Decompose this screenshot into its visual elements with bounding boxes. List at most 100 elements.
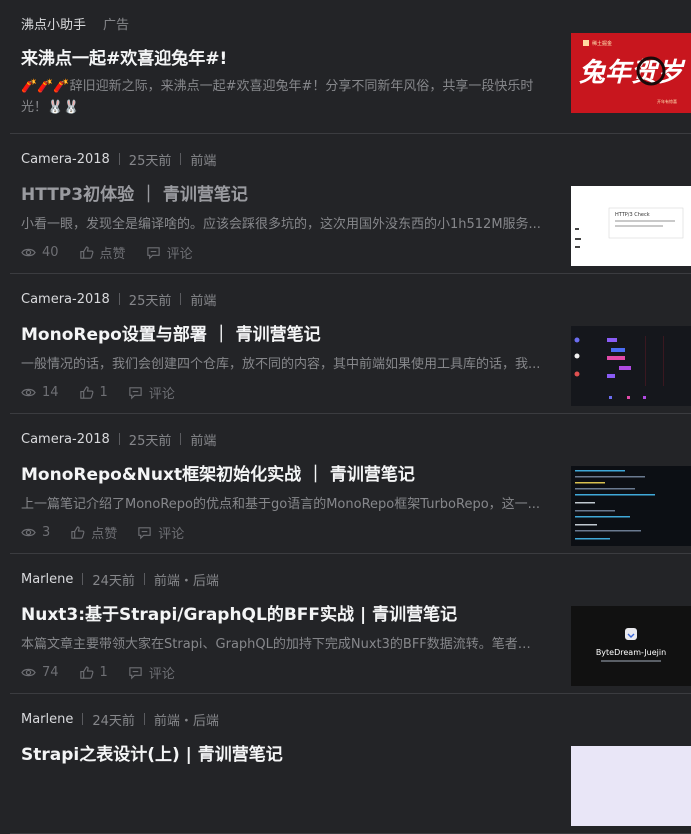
item-meta: Camera-2018 25天前 前端 — [21, 430, 216, 449]
thumbnail-caption: ByteDream-Juejin — [595, 648, 667, 657]
item-meta: Marlene 24天前 前端・后端 — [21, 570, 219, 589]
author-name[interactable]: Camera-2018 — [21, 432, 110, 447]
feed-item-ad[interactable]: 沸点小助手 广告 来沸点一起#欢喜迎兔年#! 🧨🧨🧨辞旧迎新之际，来沸点一起#欢… — [10, 0, 691, 134]
views-stat: 40 — [21, 245, 59, 260]
like-label: 点赞 — [91, 526, 118, 542]
ad-badge: 广告 — [103, 17, 130, 33]
like-button[interactable]: 1 — [79, 665, 108, 680]
post-tags[interactable]: 前端・后端 — [154, 570, 219, 589]
meta-divider — [82, 573, 84, 585]
item-title[interactable]: 来沸点一起#欢喜迎兔年#! — [21, 44, 543, 69]
post-tags[interactable]: 前端 — [190, 430, 216, 449]
feed-item[interactable]: Camera-2018 25天前 前端 MonoRepo设置与部署 ｜ 青训营笔… — [10, 274, 691, 414]
author-name[interactable]: Marlene — [21, 712, 73, 727]
eye-icon — [21, 388, 36, 396]
views-count: 14 — [42, 384, 59, 400]
like-button[interactable]: 1 — [79, 385, 108, 400]
meta-divider — [82, 713, 84, 725]
meta-divider — [118, 293, 120, 305]
item-meta: 沸点小助手 广告 — [21, 14, 130, 33]
post-time: 24天前 — [92, 713, 135, 729]
comment-button[interactable]: 评论 — [128, 383, 175, 402]
post-tags[interactable]: 前端・后端 — [154, 710, 219, 729]
item-actions: 14 1 评论 — [21, 383, 195, 402]
rabbit-icons: 🐰🐰 — [47, 100, 80, 115]
meta-divider — [180, 433, 182, 445]
feed-item[interactable]: Marlene 24天前 前端・后端 Nuxt3:基于Strapi/GraphQ… — [10, 554, 691, 694]
firecracker-icons: 🧨🧨🧨 — [21, 79, 70, 94]
comment-label: 评论 — [166, 246, 193, 262]
item-actions: 3 点赞 评论 — [21, 523, 204, 542]
item-title[interactable]: MonoRepo设置与部署 ｜ 青训营笔记 — [21, 320, 543, 345]
item-title[interactable]: Nuxt3:基于Strapi/GraphQL的BFF实战 | 青训营笔记 — [21, 600, 543, 625]
bytedream-logo-image — [571, 606, 691, 686]
eye-icon — [21, 528, 36, 536]
banner-text: 兔年贺岁 — [579, 58, 686, 88]
views-count: 74 — [42, 664, 59, 680]
thumbs-up-icon — [79, 665, 93, 679]
meta-divider — [118, 433, 120, 445]
feed-item[interactable]: Camera-2018 25天前 前端 HTTP3初体验 ｜ 青训营笔记 小看一… — [10, 134, 691, 274]
like-button[interactable]: 点赞 — [79, 243, 126, 262]
item-abstract: 上一篇笔记介绍了MonoRepo的优点和基于go语言的MonoRepo框架Tur… — [21, 497, 541, 512]
item-abstract: 🧨🧨🧨辞旧迎新之际，来沸点一起#欢喜迎兔年#！分享不同新年风俗，共享一段快乐时光… — [21, 76, 541, 118]
item-thumbnail[interactable] — [571, 466, 691, 546]
feed-item[interactable]: Camera-2018 25天前 前端 MonoRepo&Nuxt框架初始化实战… — [10, 414, 691, 554]
comment-button[interactable]: 评论 — [137, 523, 184, 542]
comment-icon — [138, 526, 151, 539]
post-time: 24天前 — [92, 573, 135, 589]
comment-label: 评论 — [158, 526, 185, 542]
views-stat: 3 — [21, 525, 50, 540]
comment-label: 评论 — [148, 386, 175, 402]
new-year-banner: 稀土掘金 兔年贺岁 开年有惊喜 — [571, 33, 691, 113]
thumbs-up-icon — [79, 245, 93, 259]
item-actions: 40 点赞 评论 — [21, 243, 213, 262]
item-title[interactable]: MonoRepo&Nuxt框架初始化实战 ｜ 青训营笔记 — [21, 460, 543, 485]
terminal-screenshot — [571, 466, 691, 546]
comment-icon — [129, 386, 142, 399]
item-actions: 74 1 评论 — [21, 663, 195, 682]
thumbs-up-icon — [79, 385, 93, 399]
author-name[interactable]: 沸点小助手 — [21, 14, 86, 33]
post-time: 25天前 — [128, 153, 172, 169]
item-thumbnail[interactable]: 稀土掘金 兔年贺岁 开年有惊喜 — [571, 33, 691, 113]
meta-divider — [118, 153, 120, 165]
abstract-text: 辞旧迎新之际，来沸点一起#欢喜迎兔年#！分享不同新年风俗，共享一段快乐时光！ — [21, 79, 534, 115]
item-thumbnail[interactable] — [571, 746, 691, 826]
eye-icon — [21, 668, 36, 676]
deploy-dashboard-screenshot — [571, 326, 691, 406]
author-name[interactable]: Camera-2018 — [21, 152, 110, 167]
comment-icon — [146, 246, 160, 259]
check-title: HTTP/3 Check — [615, 212, 650, 218]
item-thumbnail[interactable]: ByteDream-Juejin — [571, 606, 691, 686]
item-abstract: 小看一眼，发现全是编译啥的。应该会踩很多坑的，这次用国外没东西的小1h512M服… — [21, 217, 541, 232]
views-stat: 74 — [21, 665, 59, 680]
item-thumbnail[interactable]: HTTP/3 Check — [571, 186, 691, 266]
like-count: 1 — [99, 664, 108, 680]
thumbs-up-icon — [71, 525, 85, 539]
post-time: 25天前 — [128, 293, 172, 309]
item-title[interactable]: Strapi之表设计(上) | 青训营笔记 — [21, 740, 543, 765]
item-meta: Camera-2018 25天前 前端 — [21, 150, 216, 169]
brand-text: 稀土掘金 — [592, 40, 612, 47]
author-name[interactable]: Marlene — [21, 572, 73, 587]
item-thumbnail[interactable] — [571, 326, 691, 406]
views-count: 40 — [42, 244, 59, 260]
like-label: 点赞 — [99, 246, 126, 262]
comment-icon — [129, 666, 142, 679]
feed-item[interactable]: Marlene 24天前 前端・后端 Strapi之表设计(上) | 青训营笔记 — [10, 694, 691, 834]
comment-button[interactable]: 评论 — [128, 663, 175, 682]
like-button[interactable]: 点赞 — [70, 523, 117, 542]
item-abstract: 本篇文章主要带领大家在Strapi、GraphQL的加持下完成Nuxt3的BFF… — [21, 637, 541, 652]
comment-label: 评论 — [148, 666, 175, 682]
article-feed: 沸点小助手 广告 来沸点一起#欢喜迎兔年#! 🧨🧨🧨辞旧迎新之际，来沸点一起#欢… — [0, 0, 691, 834]
post-tags[interactable]: 前端 — [190, 290, 216, 309]
post-tags[interactable]: 前端 — [190, 150, 216, 169]
item-title[interactable]: HTTP3初体验 ｜ 青训营笔记 — [21, 180, 543, 205]
item-meta: Camera-2018 25天前 前端 — [21, 290, 216, 309]
eye-icon — [21, 248, 36, 256]
comment-button[interactable]: 评论 — [146, 243, 193, 262]
views-count: 3 — [42, 524, 51, 540]
author-name[interactable]: Camera-2018 — [21, 292, 110, 307]
banner-subtext: 开年有惊喜 — [657, 98, 677, 104]
